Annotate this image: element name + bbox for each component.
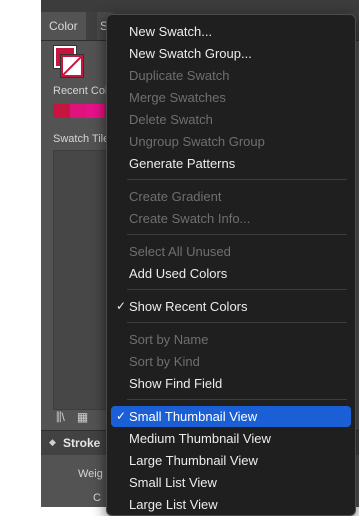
- cap-label: C: [93, 492, 101, 504]
- swatch-tile-area[interactable]: [53, 150, 109, 410]
- show-swatch-kinds-icon[interactable]: ▦: [77, 410, 88, 425]
- recent-color-swatch[interactable]: [53, 104, 70, 118]
- menu-item-sort-by-name: Sort by Name: [129, 332, 209, 347]
- recent-color-swatch[interactable]: [87, 104, 104, 118]
- panel-bottom-toolbar: ⫼\ ▦: [56, 410, 88, 425]
- weight-label: Weig: [78, 468, 103, 480]
- menu-item-large-list-view[interactable]: Large List View: [111, 494, 351, 515]
- menu-item-small-thumbnail-view[interactable]: ✓ Small Thumbnail View: [111, 406, 351, 427]
- menu-item-create-gradient: Create Gradient: [129, 189, 222, 204]
- menu-separator: [127, 399, 347, 400]
- menu-item-new-swatch-group[interactable]: New Swatch Group...: [111, 43, 351, 64]
- menu-item-generate-patterns[interactable]: Generate Patterns: [111, 153, 351, 174]
- menu-item-label: Small Thumbnail View: [129, 409, 258, 424]
- menu-item-sort-by-kind: Sort by Kind: [129, 354, 200, 369]
- menu-separator: [127, 289, 347, 290]
- menu-item-show-recent-colors[interactable]: ✓ Show Recent Colors: [111, 296, 351, 317]
- menu-item-medium-thumbnail-view[interactable]: Medium Thumbnail View: [111, 428, 351, 449]
- none-slash-icon: [63, 57, 81, 75]
- menu-item-show-find-field[interactable]: Show Find Field: [111, 373, 351, 394]
- swatch-tile-label: Swatch Tile: [53, 133, 110, 145]
- menu-item-create-swatch-info: Create Swatch Info...: [129, 211, 251, 226]
- menu-item-new-swatch[interactable]: New Swatch...: [111, 21, 351, 42]
- menu-separator: [127, 322, 347, 323]
- menu-separator: [127, 179, 347, 180]
- menu-item-large-thumbnail-view[interactable]: Large Thumbnail View: [111, 450, 351, 471]
- collapse-arrow-icon: ◆: [49, 437, 56, 447]
- menu-item-label: Show Recent Colors: [129, 299, 248, 314]
- stroke-label: Stroke: [63, 436, 101, 450]
- menu-item-ungroup-swatch-group: Ungroup Swatch Group: [129, 134, 265, 149]
- swatch-libraries-icon[interactable]: ⫼\: [56, 410, 65, 425]
- menu-separator: [127, 234, 347, 235]
- stroke-color-swatch[interactable]: [61, 55, 83, 77]
- menu-item-delete-swatch: Delete Swatch: [129, 112, 213, 127]
- menu-item-select-all-unused: Select All Unused: [129, 244, 231, 259]
- checkmark-icon: ✓: [116, 299, 127, 313]
- swatches-flyout-menu: New Swatch... New Swatch Group... Duplic…: [106, 14, 356, 516]
- recent-colors-label: Recent Col: [53, 85, 108, 97]
- menu-item-add-used-colors[interactable]: Add Used Colors: [111, 263, 351, 284]
- checkmark-icon: ✓: [116, 409, 127, 423]
- tab-color[interactable]: Color: [41, 12, 86, 40]
- recent-color-swatch[interactable]: [70, 104, 87, 118]
- menu-item-small-list-view[interactable]: Small List View: [111, 472, 351, 493]
- panel-top-strip: [41, 0, 359, 12]
- menu-item-merge-swatches: Merge Swatches: [129, 90, 226, 105]
- menu-item-duplicate-swatch: Duplicate Swatch: [129, 68, 230, 83]
